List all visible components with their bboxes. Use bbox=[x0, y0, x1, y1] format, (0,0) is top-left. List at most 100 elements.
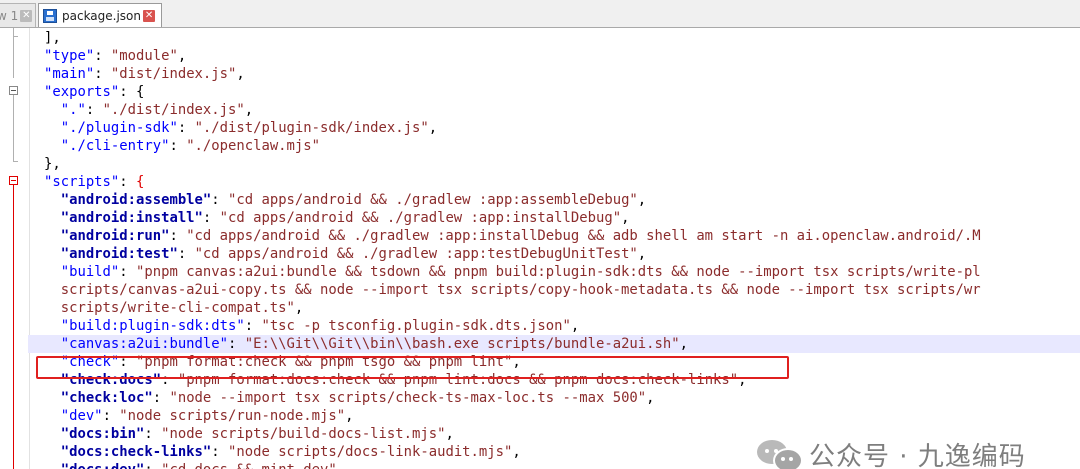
code-line[interactable]: "android:assemble": "cd apps/android && … bbox=[44, 191, 1080, 209]
tab-package-json[interactable]: package.json ✕ bbox=[38, 3, 162, 27]
wechat-icon bbox=[757, 436, 803, 469]
json-string: "node --import tsx scripts/check-ts-max-… bbox=[169, 390, 647, 406]
code-line[interactable]: }, bbox=[44, 155, 1080, 173]
json-punctuation: , bbox=[570, 318, 580, 334]
json-string: "module" bbox=[110, 48, 178, 64]
json-punctuation: }, bbox=[44, 156, 61, 172]
json-punctuation: : bbox=[94, 66, 111, 82]
tab-active-label: package.json bbox=[62, 8, 142, 23]
json-string: "cd apps/android && ./gradlew :app:assem… bbox=[228, 192, 638, 208]
json-string: "dist/index.js" bbox=[110, 66, 237, 82]
code-line[interactable]: ], bbox=[44, 29, 1080, 47]
fold-margin bbox=[0, 28, 30, 469]
code-line[interactable]: "build:plugin-sdk:dts": "tsc -p tsconfig… bbox=[44, 317, 1080, 335]
json-punctuation: : bbox=[244, 318, 262, 334]
json-key: "docs:bin" bbox=[60, 426, 145, 442]
code-line[interactable]: "scripts": { bbox=[44, 173, 1080, 191]
json-punctuation: , bbox=[345, 408, 354, 424]
json-punctuation: , bbox=[236, 66, 245, 82]
close-icon[interactable]: ✕ bbox=[143, 9, 156, 22]
code-line[interactable]: "android:test": "cd apps/android && ./gr… bbox=[44, 245, 1080, 263]
json-key: "android:test" bbox=[60, 246, 178, 262]
json-key: "check:loc" bbox=[60, 390, 153, 406]
json-punctuation bbox=[44, 444, 61, 460]
json-string: "cd apps/android && ./gradlew :app:insta… bbox=[219, 210, 622, 226]
fold-guide-end bbox=[13, 36, 18, 37]
json-key: "main" bbox=[44, 66, 95, 82]
json-punctuation bbox=[44, 228, 61, 244]
json-punctuation: , bbox=[337, 462, 345, 469]
fold-guide-active bbox=[13, 185, 14, 469]
json-punctuation bbox=[44, 120, 61, 136]
code-line[interactable]: "check:loc": "node --import tsx scripts/… bbox=[44, 389, 1080, 407]
json-punctuation: : bbox=[94, 48, 111, 64]
code-lines: ], "type": "module", "main": "dist/index.j… bbox=[28, 29, 1080, 469]
json-string: "cd apps/android && ./gradlew :app:testD… bbox=[194, 246, 638, 262]
json-punctuation: , bbox=[445, 426, 454, 442]
code-line[interactable]: "type": "module", bbox=[44, 47, 1080, 65]
json-punctuation: , bbox=[621, 210, 630, 226]
code-line[interactable]: scripts/write-cli-compat.ts", bbox=[44, 299, 1080, 317]
json-punctuation: : bbox=[177, 246, 195, 262]
json-punctuation: { bbox=[136, 174, 145, 190]
json-punctuation: , bbox=[637, 192, 647, 208]
code-line[interactable]: "build": "pnpm canvas:a2ui:bundle && tsd… bbox=[44, 263, 1080, 281]
json-string: scripts/write-cli-compat.ts" bbox=[60, 300, 295, 316]
code-editor[interactable]: ], "type": "module", "main": "dist/index.j… bbox=[0, 28, 1080, 469]
fold-guide-end bbox=[13, 161, 18, 162]
json-punctuation bbox=[44, 246, 61, 262]
json-key: "exports" bbox=[44, 84, 120, 100]
json-punctuation bbox=[44, 264, 61, 280]
json-key: "dev" bbox=[60, 408, 103, 424]
json-string: "node scripts/build-docs-list.mjs" bbox=[161, 426, 446, 442]
json-punctuation bbox=[44, 318, 61, 334]
json-punctuation: : bbox=[202, 210, 220, 226]
json-punctuation: : bbox=[169, 228, 187, 244]
code-line[interactable]: "./plugin-sdk": "./dist/plugin-sdk/index… bbox=[44, 119, 1080, 137]
json-string: "node scripts/docs-link-audit.mjs" bbox=[228, 444, 513, 460]
json-key: "docs:dev" bbox=[61, 462, 145, 469]
json-punctuation: : bbox=[119, 264, 137, 280]
json-key: "scripts" bbox=[44, 174, 120, 190]
json-key: "build" bbox=[60, 264, 120, 280]
json-key: "android:install" bbox=[60, 210, 203, 226]
json-string: "./dist/plugin-sdk/index.js" bbox=[194, 120, 429, 136]
close-icon[interactable]: ✕ bbox=[20, 10, 33, 22]
json-string: "./dist/index.js" bbox=[102, 102, 245, 118]
json-punctuation bbox=[44, 282, 61, 298]
json-punctuation bbox=[44, 336, 61, 352]
json-punctuation: : bbox=[169, 138, 187, 154]
code-line[interactable]: "android:install": "cd apps/android && .… bbox=[44, 209, 1080, 227]
json-key: "." bbox=[60, 102, 86, 118]
code-line[interactable]: "dev": "node scripts/run-node.mjs", bbox=[44, 407, 1080, 425]
json-punctuation bbox=[44, 426, 61, 442]
json-string: "cd apps/android && ./gradlew :app:insta… bbox=[186, 228, 981, 244]
json-punctuation bbox=[44, 192, 61, 208]
fold-guide bbox=[13, 95, 14, 161]
json-punctuation bbox=[44, 300, 61, 316]
json-punctuation: , bbox=[294, 300, 304, 316]
code-line[interactable]: ".": "./dist/index.js", bbox=[44, 101, 1080, 119]
json-punctuation bbox=[44, 462, 61, 469]
code-line[interactable]: "main": "dist/index.js", bbox=[44, 65, 1080, 83]
code-line[interactable]: "./cli-entry": "./openclaw.mjs" bbox=[44, 137, 1080, 155]
json-punctuation: : bbox=[144, 426, 162, 442]
code-line[interactable]: scripts/canvas-a2ui-copy.ts && node --im… bbox=[44, 281, 1080, 299]
json-punctuation: , bbox=[679, 336, 688, 352]
json-punctuation: : bbox=[228, 336, 245, 352]
json-punctuation: , bbox=[428, 120, 438, 136]
json-string: "pnpm canvas:a2ui:bundle && tsdown && pn… bbox=[136, 264, 981, 280]
json-string: "node scripts/run-node.mjs" bbox=[119, 408, 346, 424]
fold-toggle-icon[interactable] bbox=[9, 86, 18, 95]
json-key: "canvas:a2ui:bundle" bbox=[60, 336, 228, 352]
json-punctuation: : bbox=[144, 462, 161, 469]
fold-toggle-icon[interactable] bbox=[9, 176, 18, 185]
code-line[interactable]: "exports": { bbox=[44, 83, 1080, 101]
code-line[interactable]: "canvas:a2ui:bundle": "E:\\Git\\Git\\bin… bbox=[28, 335, 1080, 353]
tab-previous[interactable]: w 1 ✕ bbox=[0, 3, 36, 27]
watermark-text: 公众号 · 九逸编码 bbox=[809, 441, 1026, 469]
code-line[interactable]: "android:run": "cd apps/android && ./gra… bbox=[44, 227, 1080, 245]
json-punctuation: , bbox=[177, 48, 187, 64]
json-key: "android:assemble" bbox=[60, 192, 212, 208]
json-string: "E:\\Git\\Git\\bin\\bash.exe scripts/bun… bbox=[244, 336, 680, 352]
